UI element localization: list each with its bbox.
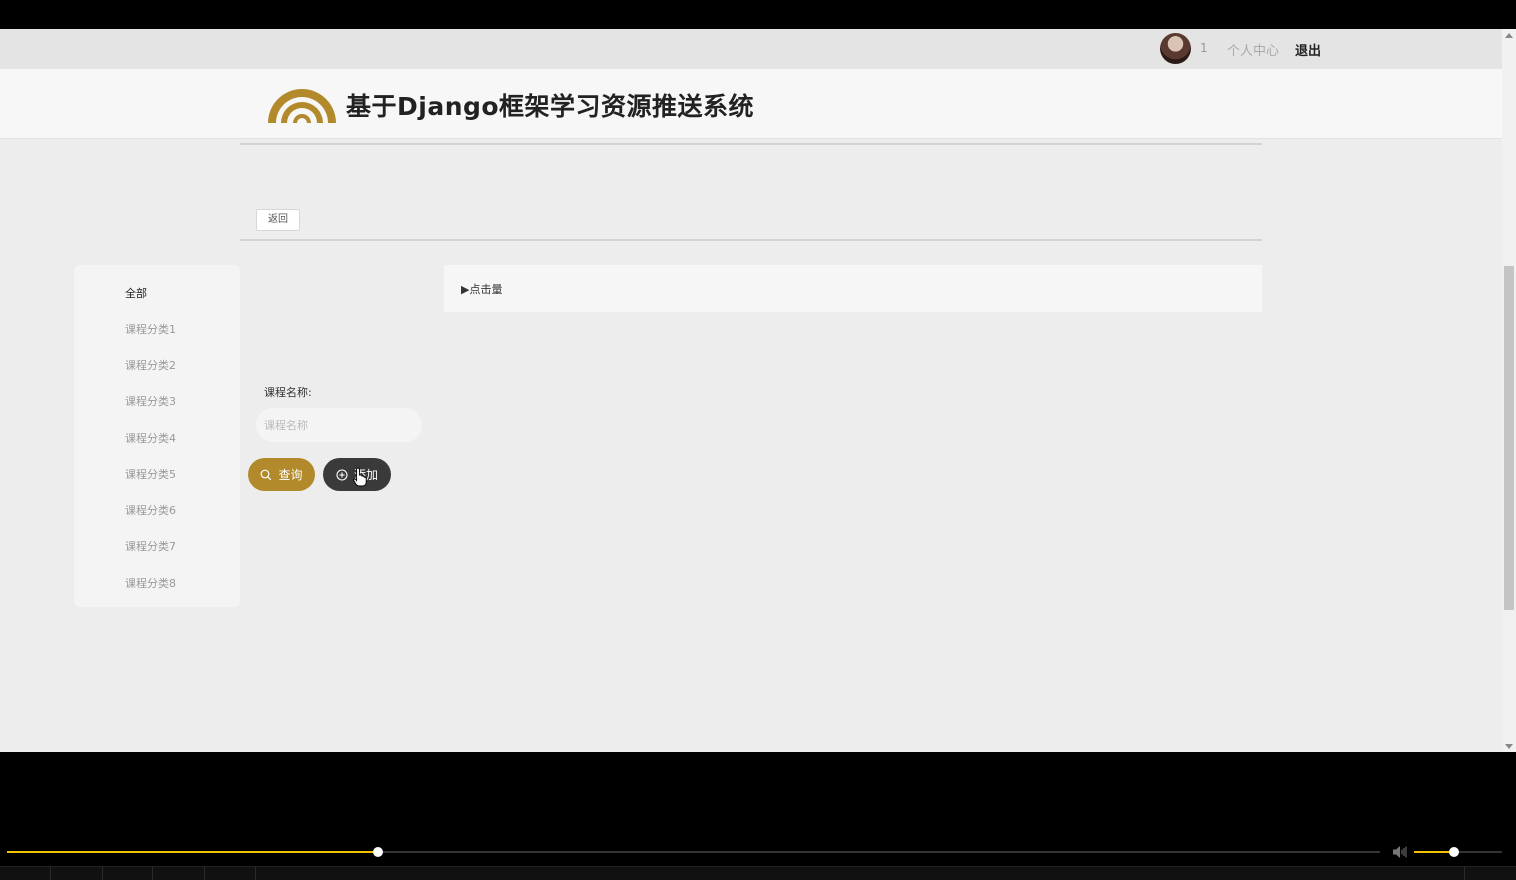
sidebar-item-all[interactable]: 全部 bbox=[125, 285, 147, 301]
volume-slider[interactable] bbox=[1414, 847, 1502, 857]
sort-bar: ▶点击量 bbox=[444, 265, 1262, 312]
sort-click-count[interactable]: ▶点击量 bbox=[461, 281, 502, 297]
sidebar-item-category-2[interactable]: 课程分类2 bbox=[125, 357, 176, 373]
category-sidebar: 全部 课程分类1 课程分类2 课程分类3 课程分类4 课程分类5 课程分类6 课… bbox=[74, 265, 240, 607]
volume-fill bbox=[1414, 851, 1454, 853]
vertical-scrollbar[interactable] bbox=[1502, 29, 1516, 752]
user-center-link[interactable]: 个人中心 bbox=[1227, 40, 1279, 59]
search-icon bbox=[261, 469, 272, 480]
divider-bottom bbox=[240, 239, 1262, 241]
screen: 1 个人中心 退出 基于Django框架学习资源推送系统 返回 全部 课程分类1… bbox=[0, 0, 1516, 880]
back-button[interactable]: 返回 bbox=[256, 209, 300, 231]
query-button-label: 查询 bbox=[278, 468, 303, 482]
browser-viewport: 1 个人中心 退出 基于Django框架学习资源推送系统 返回 全部 课程分类1… bbox=[0, 29, 1502, 752]
video-progress-fill bbox=[7, 851, 378, 853]
sidebar-item-category-1[interactable]: 课程分类1 bbox=[125, 321, 176, 337]
strip-divider bbox=[50, 867, 51, 880]
scrollbar-thumb[interactable] bbox=[1504, 266, 1514, 610]
sidebar-item-category-4[interactable]: 课程分类4 bbox=[125, 430, 176, 446]
scroll-up-icon[interactable] bbox=[1505, 33, 1513, 38]
volume-icon[interactable] bbox=[1392, 845, 1408, 859]
site-header: 基于Django框架学习资源推送系统 bbox=[0, 69, 1502, 139]
site-title: 基于Django框架学习资源推送系统 bbox=[346, 92, 755, 121]
sort-label: 点击量 bbox=[469, 283, 503, 296]
avatar[interactable] bbox=[1160, 33, 1191, 64]
query-button[interactable]: 查询 bbox=[248, 458, 315, 491]
logout-link[interactable]: 退出 bbox=[1295, 40, 1321, 59]
volume-knob[interactable] bbox=[1448, 847, 1459, 857]
top-black-band bbox=[0, 0, 1516, 29]
strip-divider bbox=[102, 867, 103, 880]
video-player-controls bbox=[0, 752, 1516, 880]
sidebar-item-category-6[interactable]: 课程分类6 bbox=[125, 502, 176, 518]
username: 1 bbox=[1200, 41, 1208, 55]
add-circle-icon bbox=[336, 468, 348, 481]
video-progress-bar[interactable] bbox=[7, 847, 1380, 857]
video-progress-knob[interactable] bbox=[372, 847, 383, 857]
divider-top bbox=[240, 143, 1262, 145]
strip-divider bbox=[255, 867, 256, 880]
bottom-strip bbox=[0, 866, 1516, 880]
top-user-bar: 1 个人中心 退出 bbox=[0, 29, 1502, 69]
scroll-down-icon[interactable] bbox=[1505, 744, 1513, 749]
strip-divider bbox=[152, 867, 153, 880]
strip-divider bbox=[1464, 867, 1465, 880]
course-name-label: 课程名称: bbox=[264, 386, 312, 399]
sidebar-item-category-8[interactable]: 课程分类8 bbox=[125, 575, 176, 591]
hand-cursor-icon bbox=[353, 467, 367, 487]
sidebar-item-category-3[interactable]: 课程分类3 bbox=[125, 393, 176, 409]
sidebar-item-category-7[interactable]: 课程分类7 bbox=[125, 538, 176, 554]
course-name-input[interactable] bbox=[256, 408, 422, 442]
site-logo-icon[interactable] bbox=[266, 81, 338, 125]
sidebar-item-category-5[interactable]: 课程分类5 bbox=[125, 466, 176, 482]
strip-divider bbox=[204, 867, 205, 880]
